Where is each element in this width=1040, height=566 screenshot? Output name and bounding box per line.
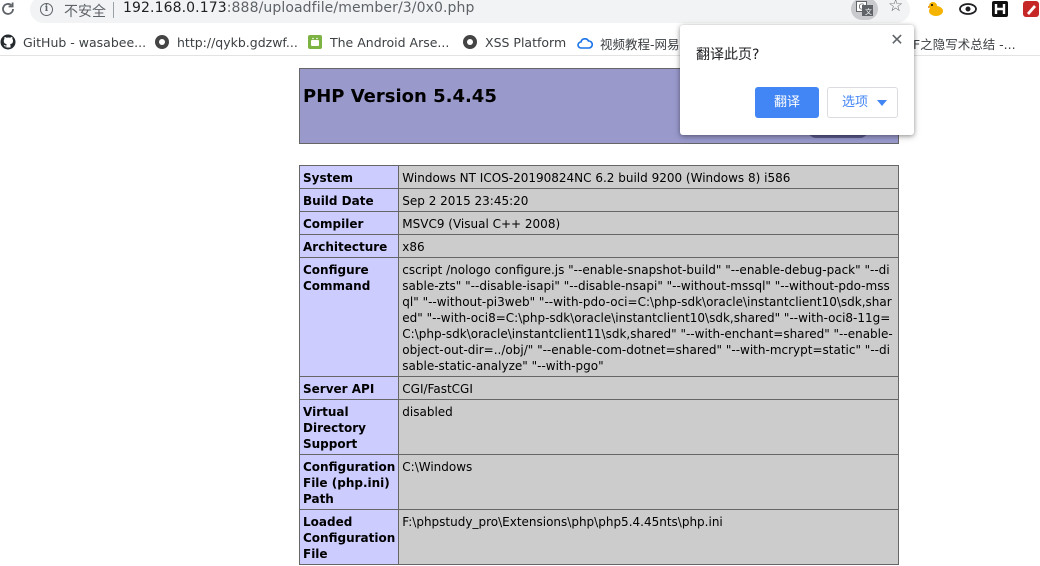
bookmark-xss[interactable]: XSS Platform <box>462 34 566 50</box>
url-path: :888/uploadfile/member/3/0x0.php <box>226 0 475 16</box>
table-row: Configure Command cscript /nologo config… <box>298 257 899 377</box>
globe-icon <box>462 34 478 50</box>
pen-extension-icon[interactable] <box>1022 0 1040 18</box>
bookmark-star-icon[interactable]: ☆ <box>888 0 903 16</box>
caret-down-icon <box>877 100 887 106</box>
row-value: C:\Windows <box>398 454 899 510</box>
popup-title: 翻译此页? <box>696 47 760 63</box>
close-icon[interactable]: ✕ <box>889 32 905 48</box>
row-key: Compiler <box>298 211 400 235</box>
bookmark-label: F之隐写术总结 -... <box>913 37 1016 52</box>
row-key: Loaded Configuration File <box>298 509 400 565</box>
table-row: Compiler MSVC9 (Visual C++ 2008) <box>298 211 899 235</box>
bookmark-label: GitHub - wasabee... <box>23 35 147 50</box>
options-label: 选项 <box>842 95 869 110</box>
row-key: Configuration File (php.ini) Path <box>298 454 400 510</box>
bookmark-steg[interactable]: F之隐写术总结 -... <box>913 34 1016 53</box>
reload-icon[interactable] <box>0 1 18 21</box>
url-text[interactable]: 192.168.0.173:888/uploadfile/member/3/0x… <box>123 0 475 16</box>
row-value: disabled <box>398 399 899 455</box>
row-value: F:\phpstudy_pro\Extensions\php\php5.4.45… <box>398 509 899 565</box>
h-extension-icon[interactable] <box>991 0 1009 18</box>
cloud-icon <box>577 36 594 52</box>
translate-icon[interactable]: G文 <box>851 0 878 20</box>
info-icon[interactable]: i <box>40 3 53 16</box>
translate-popup: 翻译此页? ✕ 翻译 选项 <box>680 25 914 135</box>
bookmark-netease[interactable]: 视频教程-网易 <box>577 34 680 53</box>
row-value: Sep 2 2015 23:45:20 <box>398 188 899 212</box>
row-value: MSVC9 (Visual C++ 2008) <box>398 211 899 235</box>
address-bar[interactable]: i 不安全 192.168.0.173:888/uploadfile/membe… <box>30 0 910 23</box>
globe-icon <box>154 34 170 50</box>
eye-extension-icon[interactable] <box>959 0 977 18</box>
table-row: Configuration File (php.ini) Path C:\Win… <box>298 454 899 510</box>
browser-toolbar: i 不安全 192.168.0.173:888/uploadfile/membe… <box>0 0 1040 24</box>
row-key: Build Date <box>298 188 400 212</box>
omnibox-divider <box>113 2 114 18</box>
row-value: CGI/FastCGI <box>398 376 899 400</box>
row-value: cscript /nologo configure.js "--enable-s… <box>398 257 899 377</box>
bookmark-label: 视频教程-网易 <box>600 37 680 52</box>
bookmark-qykb[interactable]: http://qykb.gdzwf... <box>154 34 298 50</box>
row-key: System <box>298 165 400 189</box>
translate-button[interactable]: 翻译 <box>755 87 819 118</box>
svg-text:G: G <box>859 3 865 12</box>
row-key: Virtual Directory Support <box>298 399 400 455</box>
bookmark-label: The Android Arse... <box>330 35 450 50</box>
table-row: System Windows NT ICOS-20190824NC 6.2 bu… <box>298 165 899 189</box>
github-icon <box>0 34 16 50</box>
table-row: Build Date Sep 2 2015 23:45:20 <box>298 188 899 212</box>
table-row: Architecture x86 <box>298 234 899 258</box>
svg-text:文: 文 <box>865 7 872 16</box>
row-key: Configure Command <box>298 257 400 377</box>
options-dropdown[interactable]: 选项 <box>827 87 898 118</box>
phpinfo-table: System Windows NT ICOS-20190824NC 6.2 bu… <box>298 165 899 565</box>
duck-extension-icon[interactable] <box>927 0 945 18</box>
table-row: Virtual Directory Support disabled <box>298 399 899 455</box>
android-icon <box>307 34 323 50</box>
row-value: Windows NT ICOS-20190824NC 6.2 build 920… <box>398 165 899 189</box>
bookmark-label: http://qykb.gdzwf... <box>177 35 298 50</box>
bookmark-github[interactable]: GitHub - wasabee... <box>0 34 146 50</box>
table-row: Loaded Configuration File F:\phpstudy_pr… <box>298 509 899 565</box>
row-value: x86 <box>398 234 899 258</box>
row-key: Server API <box>298 376 400 400</box>
bookmark-label: XSS Platform <box>485 35 567 50</box>
table-row: Server API CGI/FastCGI <box>298 376 899 400</box>
url-host: 192.168.0.173 <box>123 0 227 16</box>
security-label[interactable]: 不安全 <box>64 1 106 21</box>
page-title: PHP Version 5.4.45 <box>303 86 497 107</box>
bookmark-android[interactable]: The Android Arse... <box>307 34 449 50</box>
row-key: Architecture <box>298 234 400 258</box>
